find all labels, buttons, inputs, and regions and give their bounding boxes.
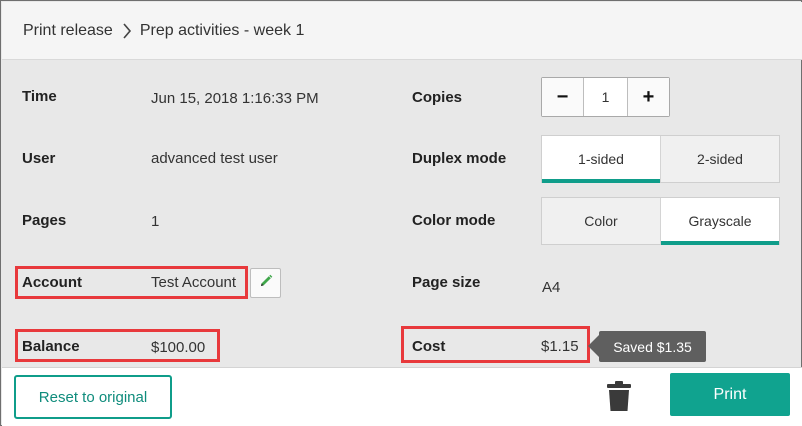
balance-value: $100.00 [151, 339, 206, 356]
copies-decrement-button[interactable]: − [542, 78, 584, 116]
edit-account-button[interactable] [250, 268, 281, 298]
color-option-color[interactable]: Color [542, 198, 660, 244]
color-mode-label: Color mode [412, 212, 496, 229]
copies-increment-button[interactable]: + [627, 78, 669, 116]
pencil-icon [258, 273, 274, 294]
action-bar: Reset to original Print [2, 367, 802, 426]
page-size-label: Page size [412, 274, 481, 291]
balance-label: Balance [22, 338, 80, 355]
user-value: advanced test user [151, 150, 278, 167]
account-label: Account [22, 274, 82, 291]
reset-to-original-button[interactable]: Reset to original [14, 375, 172, 419]
pages-value: 1 [151, 213, 160, 230]
copies-stepper: − 1 + [541, 77, 670, 117]
breadcrumb-current: Prep activities - week 1 [139, 21, 305, 39]
cost-label: Cost [412, 338, 446, 355]
duplex-option-1-sided[interactable]: 1-sided [542, 136, 660, 183]
page-size-value: A4 [542, 279, 561, 296]
print-button[interactable]: Print [670, 373, 790, 416]
trash-icon [605, 380, 633, 417]
duplex-option-2-sided[interactable]: 2-sided [660, 136, 779, 182]
breadcrumb: Print release Prep activities - week 1 [2, 2, 802, 60]
copies-label: Copies [412, 89, 463, 106]
duplex-mode-toggle: 1-sided 2-sided [541, 135, 780, 183]
breadcrumb-root[interactable]: Print release [23, 22, 113, 40]
time-label: Time [22, 88, 57, 105]
savings-tooltip: Saved $1.35 [588, 331, 706, 362]
duplex-mode-label: Duplex mode [412, 150, 507, 167]
print-release-panel: Print release Prep activities - week 1 T… [0, 0, 802, 426]
time-value: Jun 15, 2018 1:16:33 PM [151, 90, 319, 107]
user-label: User [22, 150, 56, 167]
delete-job-button[interactable] [604, 380, 634, 417]
color-mode-toggle: Color Grayscale [541, 197, 780, 245]
color-option-grayscale[interactable]: Grayscale [660, 198, 779, 245]
cost-value: $1.15 [541, 338, 579, 355]
account-value: Test Account [151, 274, 237, 291]
copies-value[interactable]: 1 [584, 78, 627, 116]
pages-label: Pages [22, 212, 67, 229]
chevron-right-icon [122, 22, 132, 39]
